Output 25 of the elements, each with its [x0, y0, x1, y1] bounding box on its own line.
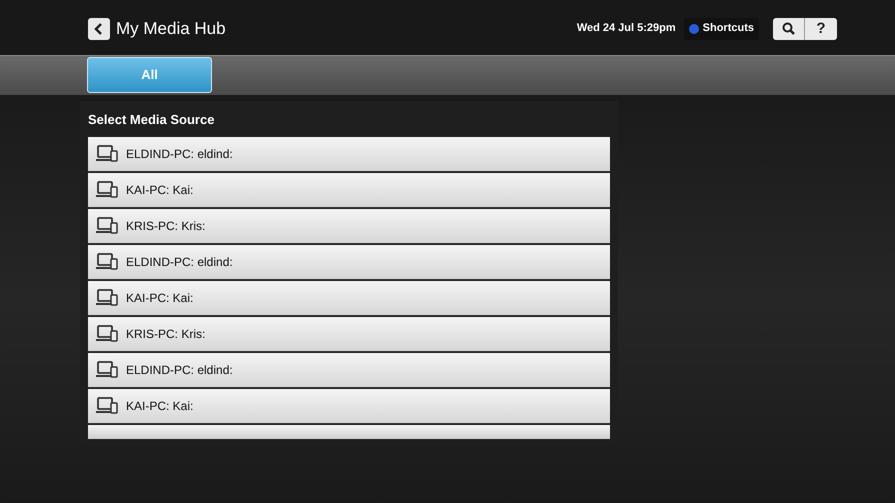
computer-icon	[96, 253, 118, 270]
panel-heading: Select Media Source	[88, 111, 216, 129]
computer-icon	[96, 217, 118, 234]
computer-icon	[96, 325, 118, 342]
media-source-item[interactable]: ELDIND-PC: eldind:	[88, 136, 610, 172]
media-source-item[interactable]: ELDIND-PC: eldind:	[88, 352, 610, 388]
search-icon	[782, 22, 795, 35]
computer-icon	[96, 361, 118, 378]
media-source-item[interactable]: KAI-PC: Kai:	[88, 172, 610, 208]
shortcuts-button[interactable]: Shortcuts	[684, 18, 759, 40]
back-chevron-icon	[94, 22, 104, 34]
media-source-item[interactable]: ELDIND-PC: eldind:	[88, 244, 610, 280]
app-title: My Media Hub	[116, 18, 226, 40]
date-time: Wed 24 Jul 5:29pm	[576, 21, 676, 36]
media-source-item[interactable]: KRIS-PC: Kris:	[88, 316, 610, 352]
media-source-item[interactable]: KRIS-PC: Kris:	[88, 208, 610, 244]
media-source-item[interactable]: KAI-PC: Kai:	[88, 280, 610, 316]
search-button[interactable]	[773, 18, 805, 40]
computer-icon	[96, 289, 118, 306]
help-button[interactable]: ?	[805, 18, 837, 40]
back-button[interactable]	[88, 18, 110, 40]
media-source-item[interactable]: KAI-PC: Kai:	[88, 388, 610, 424]
computer-icon	[96, 397, 118, 414]
computer-icon	[96, 145, 118, 162]
computer-icon	[96, 181, 118, 198]
